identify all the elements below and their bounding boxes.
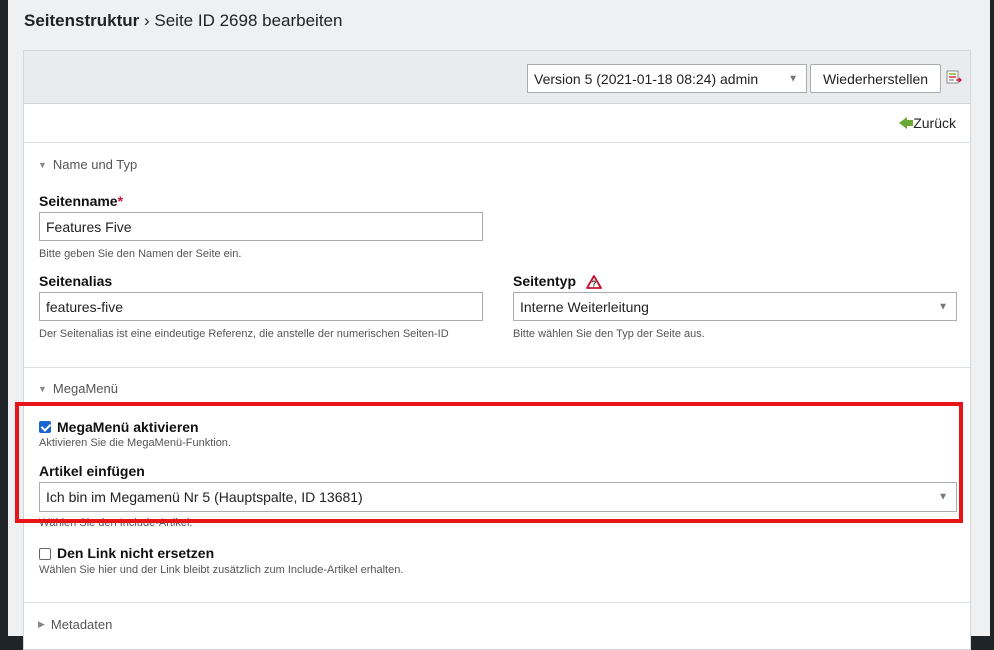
back-row: Zurück — [24, 104, 970, 143]
seitentyp-select-value: Interne Weiterleitung — [520, 298, 649, 315]
document-compare-icon[interactable] — [946, 69, 962, 85]
article-select[interactable]: Ich bin im Megamenü Nr 5 (Hauptspalte, I… — [39, 482, 957, 512]
page-title: Seitenstruktur › Seite ID 2698 bearbeite… — [24, 11, 342, 31]
expand-triangle-icon: ▶ — [38, 619, 45, 629]
legend-megamenu[interactable]: ▼ MegaMenü — [38, 381, 118, 396]
seitenalias-hint: Der Seitenalias ist eine eindeutige Refe… — [39, 328, 449, 340]
article-select-value: Ich bin im Megamenü Nr 5 (Hauptspalte, I… — [46, 489, 363, 505]
version-select-value: Version 5 (2021-01-18 08:24) admin — [534, 70, 759, 87]
main-area: Seitenstruktur › Seite ID 2698 bearbeite… — [8, 0, 990, 650]
chevron-down-icon: ▼ — [938, 491, 948, 503]
seitentyp-hint: Bitte wählen Sie den Typ der Seite aus. — [513, 328, 705, 340]
page-title-text: Seite ID 2698 bearbeiten — [154, 11, 343, 30]
legend-metadata[interactable]: ▶ Metadaten — [38, 617, 112, 632]
version-select[interactable]: Version 5 (2021-01-18 08:24) admin ▼ — [527, 64, 807, 93]
article-hint: Wählen Sie den Include-Artikel. — [39, 517, 193, 529]
collapse-triangle-icon: ▼ — [38, 383, 47, 394]
nolink-hint: Wählen Sie hier und der Link bleibt zusä… — [39, 564, 404, 576]
megamenu-activate-hint: Aktivieren Sie die MegaMenü-Funktion. — [39, 437, 231, 449]
seitentyp-label: Seitentyp ? — [513, 273, 602, 290]
section-divider — [24, 602, 970, 603]
seitentyp-label-text: Seitentyp — [513, 273, 577, 289]
megamenu-activate-label[interactable]: MegaMenü aktivieren — [57, 419, 199, 435]
collapse-triangle-icon: ▼ — [38, 159, 47, 170]
nolink-checkbox[interactable] — [39, 548, 51, 560]
seitenalias-label: Seitenalias — [39, 273, 113, 289]
svg-text:?: ? — [591, 280, 596, 289]
breadcrumb-separator: › — [143, 11, 150, 30]
megamenu-activate-checkbox[interactable] — [39, 421, 51, 433]
restore-button[interactable]: Wiederherstellen — [810, 64, 941, 93]
legend-megamenu-label: MegaMenü — [52, 381, 118, 396]
version-bar: Version 5 (2021-01-18 08:24) admin ▼ Wie… — [24, 51, 970, 104]
seitentyp-select[interactable]: Interne Weiterleitung ▼ — [513, 292, 957, 321]
legend-metadata-label: Metadaten — [50, 617, 113, 632]
article-label: Artikel einfügen — [39, 463, 145, 479]
section-divider — [24, 367, 970, 368]
back-link-label: Zurück — [913, 115, 956, 131]
back-arrow-icon — [899, 117, 914, 129]
legend-name-type-label: Name und Typ — [52, 157, 138, 172]
warning-icon[interactable]: ? — [586, 275, 602, 290]
seitenname-input[interactable]: Features Five — [39, 212, 483, 241]
edit-panel: Version 5 (2021-01-18 08:24) admin ▼ Wie… — [23, 50, 971, 650]
required-marker: * — [117, 193, 124, 209]
chevron-down-icon: ▼ — [788, 73, 798, 84]
back-link[interactable]: Zurück — [899, 115, 956, 131]
seitenname-label: Seitenname* — [39, 193, 123, 209]
seitenname-label-text: Seitenname — [39, 193, 118, 209]
legend-name-type[interactable]: ▼ Name und Typ — [38, 157, 137, 172]
nolink-label[interactable]: Den Link nicht ersetzen — [57, 545, 214, 561]
breadcrumb-root[interactable]: Seitenstruktur — [24, 11, 139, 30]
seitenalias-input[interactable]: features-five — [39, 292, 483, 321]
chevron-down-icon: ▼ — [938, 301, 948, 312]
seitenname-hint: Bitte geben Sie den Namen der Seite ein. — [39, 248, 242, 260]
